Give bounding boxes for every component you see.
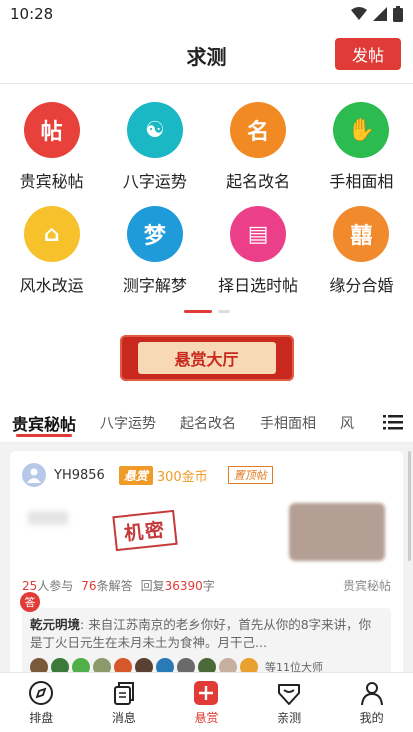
banner-label: 悬赏大厅 [137, 342, 276, 374]
top-navbar: 求测 发帖 [0, 28, 413, 84]
answer-author: 乾元明境 [30, 617, 81, 632]
category-icon: 囍 [333, 206, 390, 262]
post-stats: 25 人参与 76 条解答 回复 36390 字 贵宾秘帖 [22, 577, 391, 594]
category-item[interactable]: 梦测字解梦 [103, 206, 206, 296]
nav-label: 悬赏 [194, 710, 219, 725]
nav-label: 我的 [359, 710, 384, 725]
scrollbar[interactable] [408, 451, 411, 561]
category-item[interactable]: ⌂ 风水改运 [0, 206, 103, 296]
category-grid: 帖贵宾秘帖 ☯ 八字运势名起名改名 ✋ 手相面相 ⌂ 风水改运梦测字解梦 ▤ 择日选时帖囍缘分合… [0, 84, 413, 296]
answers-label: 条解答 [96, 579, 133, 593]
reply-chars: 36390 [164, 578, 203, 593]
pinned-tag: 置顶帖 [227, 466, 273, 484]
category-label: 测字解梦 [122, 276, 187, 295]
category-label: 手相面相 [329, 172, 394, 191]
post-content: 机密 [22, 495, 391, 569]
blurred-text [28, 511, 68, 525]
plus-square-icon [194, 680, 219, 705]
nav-label: 排盘 [29, 710, 54, 725]
category-icon: 梦 [126, 206, 183, 262]
category-item[interactable]: ✋ 手相面相 [310, 102, 413, 192]
category-icon: ✋ [333, 102, 390, 158]
user-icon [27, 468, 41, 483]
nav-label: 消息 [111, 710, 136, 725]
nav-paipan[interactable]: 排盘 [0, 673, 83, 732]
post-button[interactable]: 发帖 [335, 38, 401, 70]
reward-value: 300金币 [156, 469, 208, 485]
status-bar: 10:28 [0, 0, 413, 28]
category-label: 缘分合婚 [329, 276, 394, 295]
username[interactable]: YH9856 [54, 468, 105, 483]
participants-label: 人参与 [37, 579, 74, 593]
category-item[interactable]: 帖贵宾秘帖 [0, 102, 103, 192]
page-title: 求测 [186, 45, 227, 69]
nav-label: 亲测 [277, 710, 302, 725]
messages-icon [113, 681, 134, 705]
category-tabs: 贵宾秘帖 八字运势 起名改名 手相面相风 [0, 403, 413, 443]
category-icon: ⌂ [23, 206, 80, 262]
user-avatar[interactable] [22, 463, 46, 487]
reward-tag: 悬赏 [118, 465, 153, 485]
pager-dot [217, 310, 230, 313]
category-item[interactable]: ☯ 八字运势 [103, 102, 206, 192]
status-icons [351, 6, 403, 22]
bottom-nav: 排盘 消息 悬赏 亲测 我的 [0, 672, 413, 732]
menu-list-icon[interactable] [383, 414, 403, 430]
category-label: 八字运势 [122, 172, 187, 191]
reward-hall-banner[interactable]: 悬赏大厅 [0, 335, 413, 381]
category-item[interactable]: 名起名改名 [207, 102, 310, 192]
nav-messages[interactable]: 消息 [83, 673, 166, 732]
nav-tested[interactable]: 亲测 [248, 673, 331, 732]
nav-profile[interactable]: 我的 [330, 673, 413, 732]
reply-label: 回复 [140, 579, 165, 593]
category-icon: 帖 [23, 102, 80, 158]
cellular-icon [373, 7, 387, 21]
status-time: 10:28 [10, 5, 54, 23]
participants-count: 25 [22, 578, 38, 593]
category-tab[interactable]: 贵宾秘帖 [12, 403, 76, 443]
top-answer[interactable]: 答 乾元明境: 来自江苏南京的老乡你好，首先从你的8字来讲，你是丁火日元生在未月… [20, 592, 391, 682]
category-tab[interactable]: 风 [340, 403, 354, 443]
grid-pager [0, 310, 413, 313]
answer-body: : 来自江苏南京的老乡你好，首先从你的8字来讲，你是丁火日元生在未月未土为食神。… [30, 617, 372, 650]
category-tab[interactable]: 起名改名 [180, 403, 236, 443]
wifi-icon [351, 7, 367, 20]
post-feed: YH9856 悬赏 300金币 置顶帖 机密 25 人参与 76 条解答 回复 … [0, 443, 413, 695]
category-icon: 名 [230, 102, 287, 158]
battery-icon [393, 6, 403, 22]
pager-dot-active [183, 310, 212, 313]
post-card[interactable]: YH9856 悬赏 300金币 置顶帖 机密 25 人参与 76 条解答 回复 … [10, 451, 403, 695]
category-label: 风水改运 [19, 276, 84, 295]
category-label: 起名改名 [226, 172, 291, 191]
category-item[interactable]: 囍缘分合婚 [310, 206, 413, 296]
shield-heart-icon [278, 683, 301, 705]
answer-badge: 答 [20, 592, 40, 612]
reply-unit: 字 [202, 579, 215, 593]
post-category: 贵宾秘帖 [342, 579, 391, 593]
category-icon: ☯ [126, 102, 183, 158]
category-label: 贵宾秘帖 [19, 172, 84, 191]
category-tab[interactable]: 手相面相 [260, 403, 316, 443]
secret-stamp: 机密 [112, 509, 178, 552]
answer-text: 乾元明境: 来自江苏南京的老乡你好，首先从你的8字来讲，你是丁火日元生在未月未土… [30, 616, 383, 652]
answers-count: 76 [81, 578, 97, 593]
profile-icon [360, 681, 383, 705]
compass-icon [29, 680, 54, 705]
nav-reward[interactable]: 悬赏 [165, 673, 248, 732]
category-item[interactable]: ▤ 择日选时帖 [207, 206, 310, 296]
banner-frame: 悬赏大厅 [119, 335, 294, 381]
post-header: YH9856 悬赏 300金币 置顶帖 [22, 463, 391, 487]
category-tab[interactable]: 八字运势 [100, 403, 156, 443]
category-label: 择日选时帖 [218, 276, 299, 295]
palm-photo[interactable] [289, 503, 385, 561]
category-icon: ▤ [230, 206, 287, 262]
